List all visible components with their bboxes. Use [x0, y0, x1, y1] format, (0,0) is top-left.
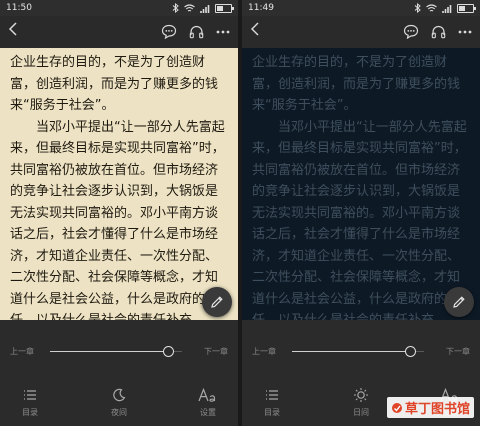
tab-contents[interactable]: 目录: [8, 386, 52, 422]
tab-label: 设置: [200, 408, 216, 417]
progress-track[interactable]: [292, 346, 424, 357]
progress-fill: [50, 351, 169, 352]
wifi-icon: [426, 3, 437, 11]
reader-screen-night: 11:49 企业生存的目的，不是为了创造财富，创造利润，而是为了赚更多的钱来“服…: [242, 0, 480, 426]
battery-icon: [215, 3, 234, 13]
paragraph: 当邓小平提出“让一部分人先富起来，但最终目标是实现共同富裕”时，共同富裕仍被放在…: [252, 119, 467, 321]
chapter-progress: 上一章 下一章: [0, 344, 238, 358]
book-page: 企业生存的目的，不是为了创造财富，创造利润，而是为了赚更多的钱来“服务于社会”。…: [242, 48, 480, 320]
prev-chapter-button[interactable]: 上一章: [10, 346, 34, 357]
back-button[interactable]: [8, 21, 18, 42]
tab-day-mode[interactable]: 日间: [339, 386, 383, 422]
menu-list-icon: [24, 390, 36, 400]
status-time: 11:49: [248, 3, 274, 13]
status-icons: [172, 3, 234, 13]
tab-label: 目录: [22, 408, 38, 417]
watermark: 草丁图书馆: [386, 397, 474, 418]
headphones-icon[interactable]: [189, 24, 204, 39]
menu-list-icon: [266, 390, 278, 400]
prev-chapter-button[interactable]: 上一章: [252, 346, 276, 357]
reader-screen-day: 11:50 企业生存的目的，不是为了创造财富，创造利润，而是为了赚更多的钱来“服…: [0, 0, 238, 426]
tab-label: 日间: [353, 408, 369, 417]
bluetooth-icon: [414, 3, 421, 13]
watermark-text: 草丁图书馆: [404, 402, 470, 417]
font-aa-icon: [198, 388, 216, 402]
more-icon[interactable]: [216, 30, 230, 34]
status-icons: [414, 3, 476, 13]
moon-icon: [113, 388, 126, 402]
tab-settings[interactable]: 设置: [186, 386, 230, 422]
comment-icon[interactable]: [161, 24, 177, 39]
tab-label: 夜间: [111, 408, 127, 417]
next-chapter-button[interactable]: 下一章: [446, 346, 470, 357]
progress-slider-handle[interactable]: [162, 346, 174, 357]
watermark-logo-icon: [391, 402, 402, 413]
signal-icon: [200, 4, 210, 13]
bluetooth-icon: [172, 3, 179, 13]
battery-icon: [457, 3, 476, 13]
paragraph: 企业生存的目的，不是为了创造财富，创造利润，而是为了赚更多的钱来“服务于社会”。: [10, 55, 219, 113]
chevron-left-icon: [250, 22, 259, 36]
progress-slider-handle[interactable]: [404, 346, 416, 357]
sun-icon: [354, 388, 368, 402]
pencil-icon: [453, 296, 465, 308]
progress-fill: [292, 351, 411, 352]
chapter-progress: 上一章 下一章: [242, 344, 480, 358]
status-bar: 11:50: [0, 0, 238, 16]
write-note-button[interactable]: [202, 287, 232, 317]
reader-toolbar: [242, 16, 480, 48]
bottom-tabs: 目录 夜间 设置: [0, 386, 238, 422]
signal-icon: [442, 4, 452, 13]
reader-bottom-bar: 上一章 下一章 目录 夜间 设置: [0, 320, 238, 426]
comment-icon[interactable]: [403, 24, 419, 39]
book-page: 企业生存的目的，不是为了创造财富，创造利润，而是为了赚更多的钱来“服务于社会”。…: [0, 48, 238, 320]
tab-night-mode[interactable]: 夜间: [97, 386, 141, 422]
tab-contents[interactable]: 目录: [250, 386, 294, 422]
next-chapter-button[interactable]: 下一章: [204, 346, 228, 357]
headphones-icon[interactable]: [431, 24, 446, 39]
pencil-icon: [211, 296, 223, 308]
progress-track[interactable]: [50, 346, 182, 357]
status-time: 11:50: [6, 3, 32, 13]
reader-bottom-bar: 上一章 下一章 目录 日间 设置 草丁图书馆: [242, 320, 480, 426]
chevron-left-icon: [8, 22, 17, 36]
wifi-icon: [184, 3, 195, 11]
status-bar: 11:49: [242, 0, 480, 16]
paragraph: 当邓小平提出“让一部分人先富起来，但最终目标是实现共同富裕”时，共同富裕仍被放在…: [10, 119, 225, 321]
write-note-button[interactable]: [444, 287, 474, 317]
tab-label: 目录: [264, 408, 280, 417]
back-button[interactable]: [250, 21, 260, 42]
paragraph: 企业生存的目的，不是为了创造财富，创造利润，而是为了赚更多的钱来“服务于社会”。: [252, 55, 461, 113]
more-icon[interactable]: [458, 30, 472, 34]
reader-toolbar: [0, 16, 238, 48]
